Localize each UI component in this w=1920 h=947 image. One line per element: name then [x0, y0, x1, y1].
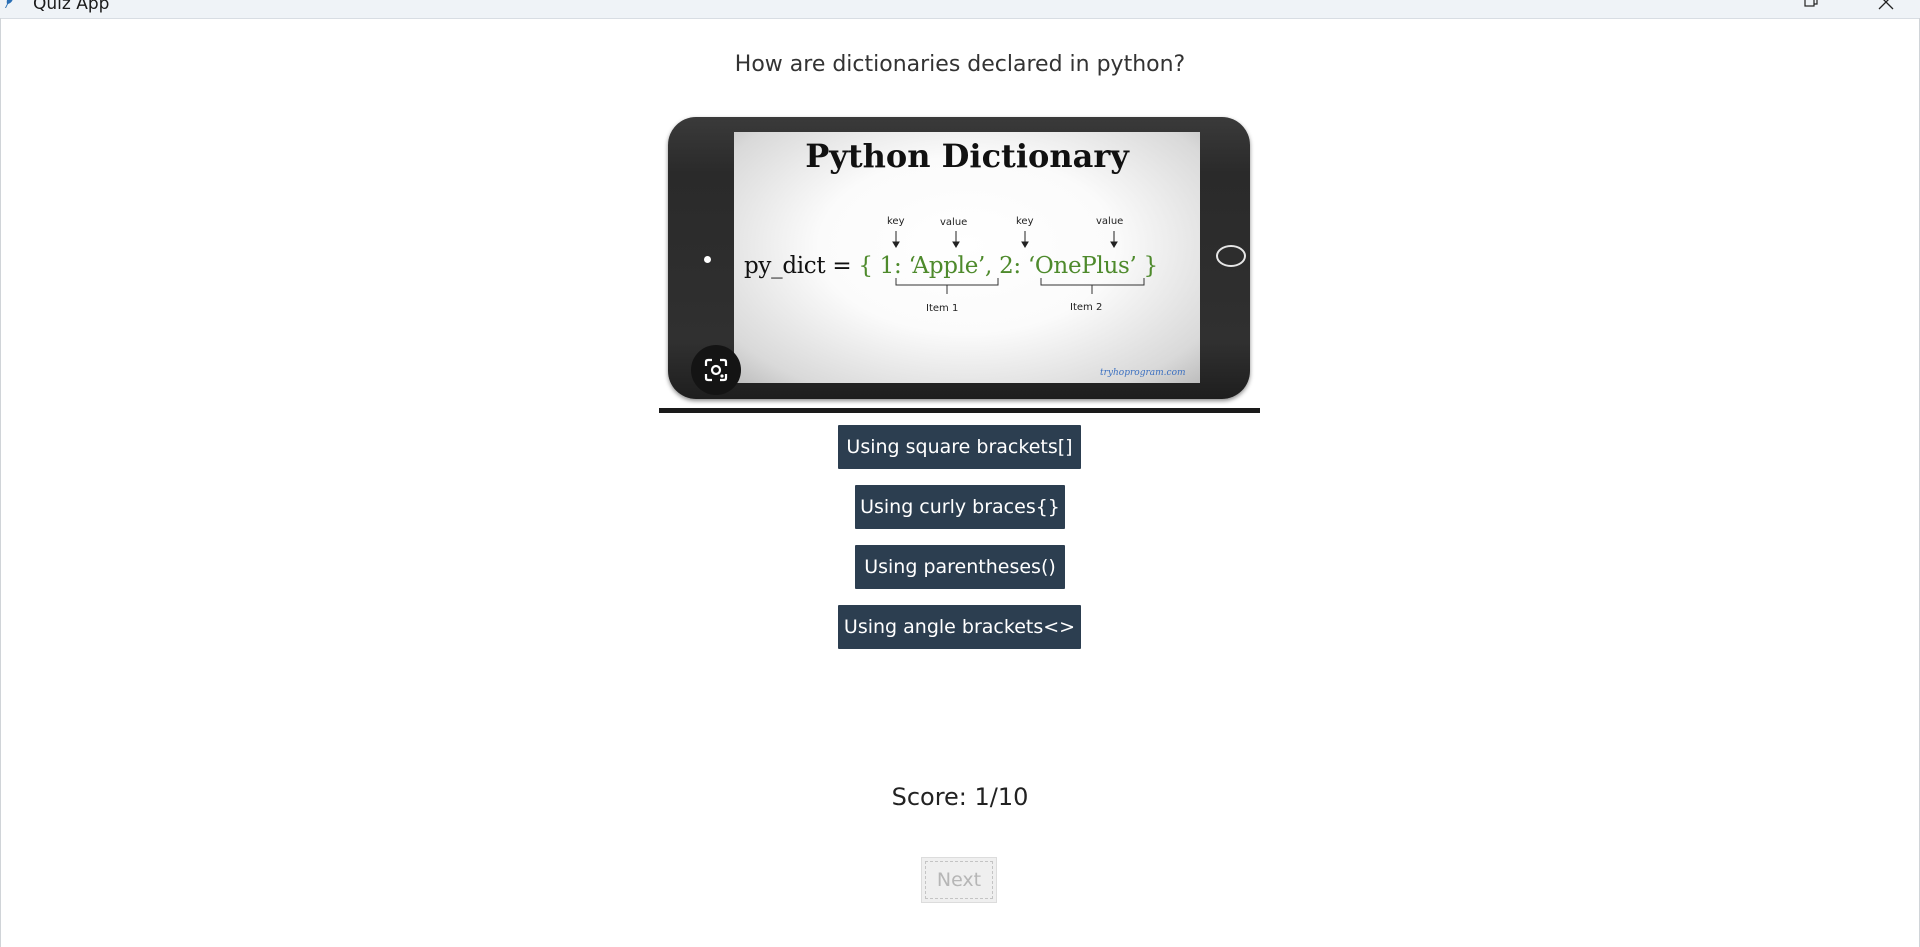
image-watermark: tryhoprogram.com — [1100, 368, 1186, 378]
code-prefix: py_dict = — [744, 253, 859, 279]
close-icon — [1878, 0, 1894, 10]
restore-icon — [1804, 0, 1818, 7]
annotation-item-1: Item 1 — [926, 303, 959, 314]
code-body: { 1: ‘Apple’, 2: ‘OnePlus’ } — [858, 253, 1158, 279]
window-titlebar: Quiz App — [0, 0, 1920, 19]
question-text: How are dictionaries declared in python? — [734, 52, 1186, 77]
close-window-button[interactable] — [1866, 0, 1906, 18]
score-label: Score: 1/10 — [891, 783, 1029, 811]
feather-icon — [5, 0, 13, 8]
phone-frame: Python Dictionary key value key value py… — [668, 117, 1250, 399]
option-button-2[interactable]: Using curly braces{} — [855, 485, 1065, 529]
lens-search-button[interactable] — [691, 345, 741, 395]
option-button-4[interactable]: Using angle brackets<> — [838, 605, 1081, 649]
restore-button[interactable] — [1792, 0, 1832, 18]
phone-home-button — [1216, 245, 1246, 267]
next-button[interactable]: Next — [921, 857, 997, 903]
phone-screen: Python Dictionary key value key value py… — [734, 132, 1200, 383]
option-button-1[interactable]: Using square brackets[] — [838, 425, 1081, 469]
question-image: Python Dictionary key value key value py… — [659, 116, 1260, 416]
window-title: Quiz App — [33, 0, 110, 14]
image-divider — [659, 408, 1260, 413]
phone-camera-dot — [704, 256, 711, 263]
annotation-item-2: Item 2 — [1070, 302, 1103, 313]
lens-icon — [704, 358, 728, 382]
code-example: py_dict = { 1: ‘Apple’, 2: ‘OnePlus’ } — [744, 251, 1158, 281]
option-button-3[interactable]: Using parentheses() — [855, 545, 1065, 589]
